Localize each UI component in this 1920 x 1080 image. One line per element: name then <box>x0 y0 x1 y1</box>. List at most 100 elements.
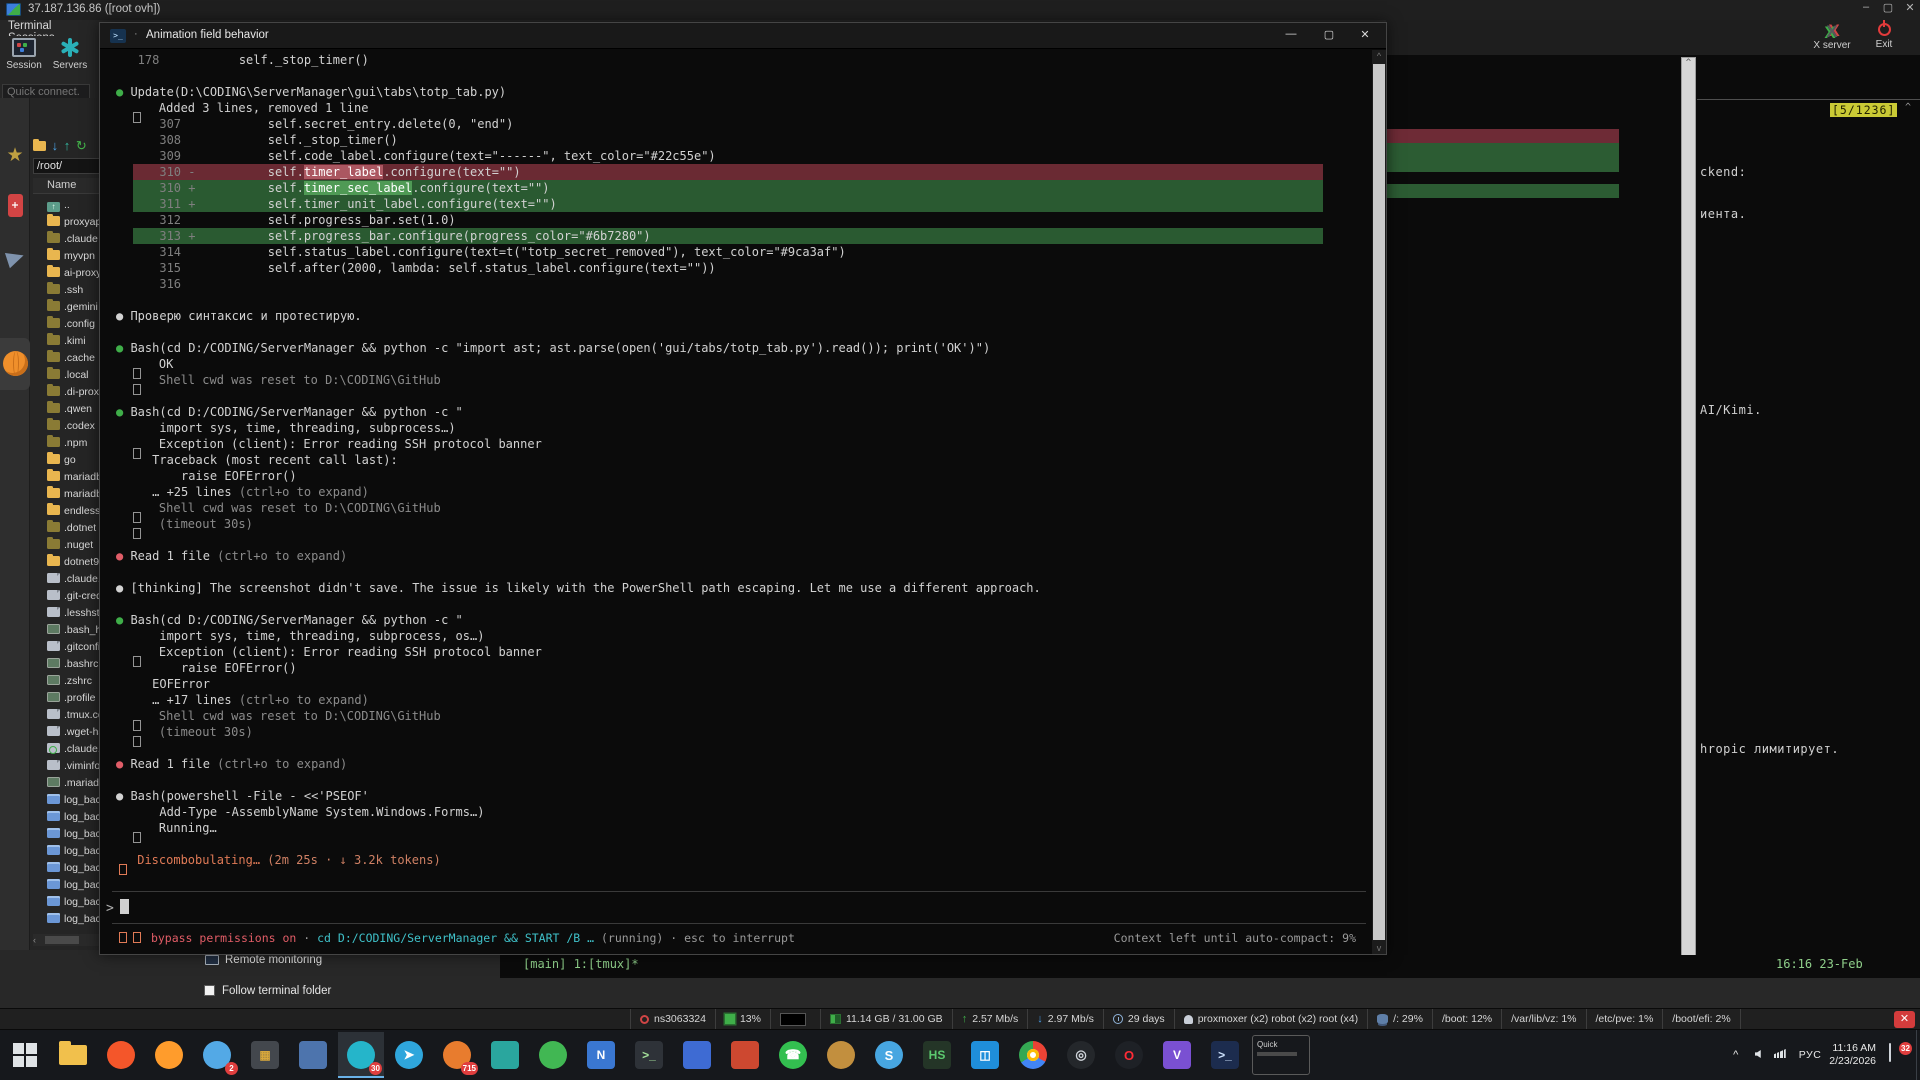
start-button[interactable] <box>2 1032 48 1078</box>
users-icon <box>1184 1015 1193 1024</box>
language-indicator[interactable]: РУС <box>1799 1049 1822 1061</box>
name-column-header[interactable]: Name <box>33 178 109 194</box>
notes-app-icon[interactable]: N <box>578 1032 624 1078</box>
terminal-line <box>116 532 1372 548</box>
exit-button[interactable]: Exit <box>1858 23 1910 50</box>
terminal-line: ● Read 1 file (ctrl+o to expand) <box>116 756 1372 772</box>
folder-icon <box>47 267 60 277</box>
tmux-clock: 16:16 23-Feb <box>1776 957 1863 971</box>
favorites-button[interactable]: ★ <box>0 144 30 167</box>
script-icon <box>47 692 60 702</box>
vivaldi-icon[interactable]: V <box>1154 1032 1200 1078</box>
terminal-line: ● Bash(cd D:/CODING/ServerManager && pyt… <box>116 340 1372 356</box>
firefox-browser-icon[interactable] <box>146 1032 192 1078</box>
hfolder-icon <box>47 335 60 345</box>
log-icon <box>47 862 60 872</box>
script-icon <box>47 624 60 634</box>
terminal-line: 311 + self.timer_unit_label.configure(te… <box>116 196 1372 212</box>
mobaxterm-icon[interactable]: 30 <box>338 1032 384 1078</box>
console-app-icon[interactable]: >_ <box>626 1032 672 1078</box>
brave-browser-icon[interactable] <box>98 1032 144 1078</box>
host-close-button[interactable]: ✕ <box>1900 1 1920 14</box>
quick-launch-widget[interactable]: Quick <box>1252 1035 1310 1075</box>
occluded-text-fragment: ckend: <box>1700 165 1746 179</box>
obs-icon[interactable]: ◎ <box>1058 1032 1104 1078</box>
hfolder-icon <box>47 318 60 328</box>
chromium-icon[interactable] <box>1010 1032 1056 1078</box>
sidebar-hscrollbar[interactable]: ‹ <box>33 934 109 946</box>
network-tab[interactable] <box>0 338 30 390</box>
remote-monitoring-option[interactable]: Remote monitoring <box>205 954 322 966</box>
monitor-icon <box>205 955 219 965</box>
teal-app-icon[interactable] <box>482 1032 528 1078</box>
terminal-line: ● Update(D:\CODING\ServerManager\gui\tab… <box>116 84 1372 100</box>
terminal-line: ⎿ Shell cwd was reset to D:\CODING\GitHu… <box>116 500 1372 516</box>
palette-app-icon[interactable] <box>818 1032 864 1078</box>
notification-center-button[interactable]: 32 <box>1886 1044 1908 1066</box>
host-maximize-button[interactable]: ▢ <box>1878 1 1898 14</box>
tools-button[interactable] <box>0 194 30 222</box>
window-maximize-button[interactable]: ▢ <box>1318 28 1340 41</box>
console-app-icon-glyph: >_ <box>635 1041 663 1069</box>
network-icon[interactable] <box>1769 1049 1791 1061</box>
servers-button[interactable]: Servers <box>48 38 92 71</box>
status-segment: proxmoxer (x2) robot (x2) root (x4) <box>1174 1009 1367 1029</box>
permissions-mode: bypass permissions on <box>151 931 296 945</box>
folder-up-icon[interactable] <box>33 141 46 151</box>
upload-arrow-icon[interactable]: ↑ <box>64 138 71 153</box>
refresh-icon[interactable]: ↻ <box>76 138 87 153</box>
scrollbar-up-arrow[interactable]: ^ <box>1372 51 1386 61</box>
session-button[interactable]: Session <box>2 38 46 71</box>
taskbar: 2▦30➤715N>_☎SHS◫◎OV>_ Quick ^ РУС 11:16 … <box>0 1030 1920 1080</box>
commander-app-icon[interactable]: ▦ <box>242 1032 288 1078</box>
powershell-window-icon: >_ <box>110 29 126 43</box>
dev-app-icon[interactable] <box>290 1032 336 1078</box>
prompt-char: > <box>106 901 114 916</box>
background-scrollbar[interactable]: ^ <box>1681 57 1696 989</box>
follow-terminal-folder-checkbox[interactable]: Follow terminal folder <box>204 985 331 997</box>
host-title: 37.187.136.86 ([root ovh]) <box>28 3 160 15</box>
file-explorer-icon[interactable] <box>50 1032 96 1078</box>
window-titlebar[interactable]: >_ · Animation field behavior — ▢ ✕ <box>100 23 1386 49</box>
window-close-button[interactable]: ✕ <box>1354 28 1376 41</box>
folder-icon <box>47 250 60 260</box>
whatsapp-icon[interactable]: ☎ <box>770 1032 816 1078</box>
docker-icon[interactable]: ◫ <box>962 1032 1008 1078</box>
terminal-line <box>116 836 1372 852</box>
heidisql-icon[interactable]: HS <box>914 1032 960 1078</box>
status-segment: 11.14 GB / 31.00 GB <box>820 1009 952 1029</box>
scrollbar-thumb[interactable] <box>1373 64 1385 940</box>
mail-app-icon[interactable]: 715 <box>434 1032 480 1078</box>
powershell-icon[interactable]: >_ <box>1202 1032 1248 1078</box>
terminal-output: 178 self._stop_timer()● Update(D:\CODING… <box>100 50 1372 868</box>
log-icon <box>47 896 60 906</box>
blue-app-icon[interactable] <box>674 1032 720 1078</box>
menu-terminal[interactable]: Terminal <box>8 20 51 32</box>
statusbar-close-button[interactable]: ✕ <box>1894 1011 1915 1028</box>
red-app-icon[interactable] <box>722 1032 768 1078</box>
volume-icon[interactable] <box>1747 1049 1769 1061</box>
terminal-line: ● Bash(cd D:/CODING/ServerManager && pyt… <box>116 404 1372 420</box>
telegram-icon[interactable]: ➤ <box>386 1032 432 1078</box>
prompt-row[interactable]: > <box>106 899 129 919</box>
send-button[interactable] <box>0 250 30 271</box>
show-desktop-button[interactable] <box>1916 1030 1920 1080</box>
tray-chevron-icon[interactable]: ^ <box>1725 1049 1747 1061</box>
chrome-browser-icon[interactable]: 2 <box>194 1032 240 1078</box>
download-arrow-icon[interactable]: ↓ <box>52 138 59 153</box>
tray-clock[interactable]: 11:16 AM 2/23/2026 <box>1829 1042 1876 1068</box>
opera-icon[interactable]: O <box>1106 1032 1152 1078</box>
scroll-up-arrow[interactable]: ^ <box>1905 102 1911 113</box>
host-minimize-button[interactable]: – <box>1856 1 1876 13</box>
terminal-line: ⎿ Shell cwd was reset to D:\CODING\GitHu… <box>116 708 1372 724</box>
interrupt-hint: · esc to interrupt <box>670 931 795 945</box>
window-scrollbar[interactable]: ^ v <box>1372 50 1386 954</box>
skype-icon[interactable]: S <box>866 1032 912 1078</box>
path-input[interactable] <box>33 158 105 174</box>
options-row: Follow terminal folder <box>0 978 1920 1008</box>
green-app-icon[interactable] <box>530 1032 576 1078</box>
scrollbar-down-arrow[interactable]: v <box>1372 943 1386 953</box>
window-minimize-button[interactable]: — <box>1280 28 1302 40</box>
swiss-knife-icon <box>8 194 23 217</box>
x-server-button[interactable]: X X server <box>1806 23 1858 51</box>
